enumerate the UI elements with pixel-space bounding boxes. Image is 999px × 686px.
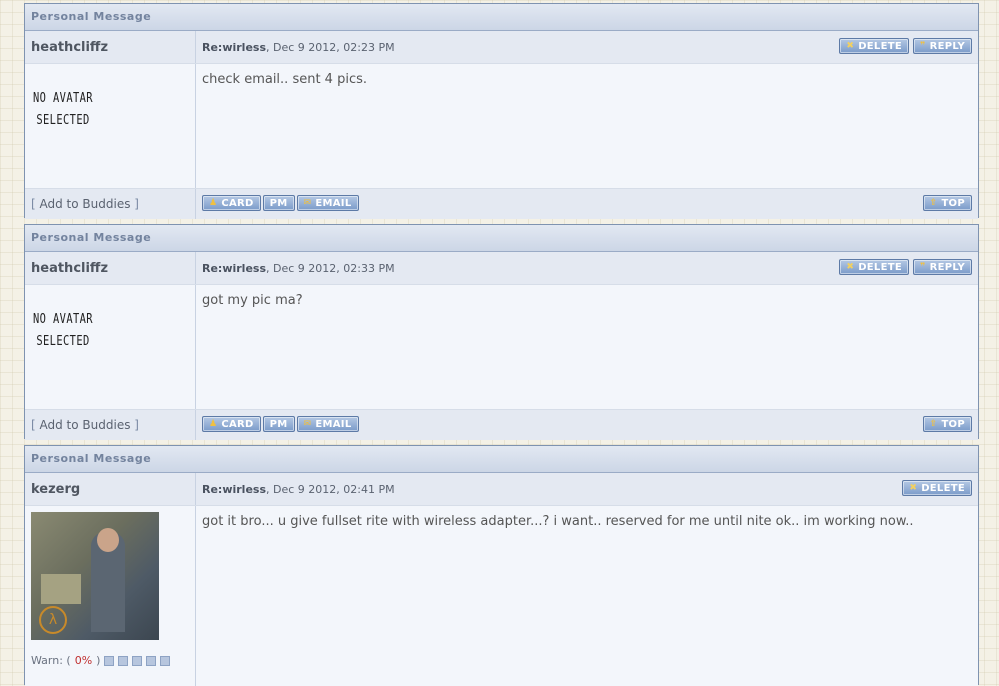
delete-button[interactable]: ✖ DELETE xyxy=(839,259,909,275)
message-3: Personal Message kezerg Re:wirless, Dec … xyxy=(24,445,979,686)
delete-button[interactable]: ✖ DELETE xyxy=(839,38,909,54)
post-date: , Dec 9 2012, 02:41 PM xyxy=(266,483,395,496)
warn-box xyxy=(146,655,157,666)
arrow-up-icon: ⇧ xyxy=(929,419,938,429)
pm-button[interactable]: PM xyxy=(262,195,295,211)
post-date: , Dec 9 2012, 02:33 PM xyxy=(266,262,395,275)
user-icon: ♟ xyxy=(209,419,218,429)
card-button[interactable]: ♟ CARD xyxy=(202,416,261,432)
post-body: check email.. sent 4 pics. xyxy=(202,72,368,87)
post-body: got it bro... u give fullset rite with w… xyxy=(202,514,914,529)
post-date: , Dec 9 2012, 02:23 PM xyxy=(266,41,395,54)
pm-button[interactable]: PM xyxy=(262,416,295,432)
lambda-icon: λ xyxy=(39,606,67,634)
close-icon: ✖ xyxy=(846,262,855,272)
envelope-icon: ✉ xyxy=(303,198,312,208)
quote-icon: ❞ xyxy=(919,41,926,51)
top-button[interactable]: ⇧ TOP xyxy=(922,416,972,432)
email-button[interactable]: ✉ EMAIL xyxy=(296,195,359,211)
message-1: Personal Message heathcliffz Re:wirless,… xyxy=(24,3,979,219)
close-icon: ✖ xyxy=(909,483,918,493)
warn-box xyxy=(118,655,129,666)
message-header: Personal Message xyxy=(25,446,978,473)
reply-button[interactable]: ❞ REPLY xyxy=(912,259,972,275)
username[interactable]: heathcliffz xyxy=(25,31,195,55)
warn-level: Warn: (0%) xyxy=(25,640,195,667)
user-avatar[interactable]: λ xyxy=(31,512,159,640)
message-header: Personal Message xyxy=(25,225,978,252)
no-avatar: NO AVATAR SELECTED xyxy=(33,312,93,349)
post-subject: Re:wirless xyxy=(202,483,267,496)
arrow-up-icon: ⇧ xyxy=(929,198,938,208)
message-header: Personal Message xyxy=(25,4,978,31)
user-icon: ♟ xyxy=(209,198,218,208)
delete-button[interactable]: ✖ DELETE xyxy=(902,480,972,496)
close-icon: ✖ xyxy=(846,41,855,51)
add-to-buddies-link[interactable]: Add to Buddies xyxy=(40,197,131,211)
warn-box xyxy=(160,655,171,666)
post-subject: Re:wirless xyxy=(202,262,267,275)
no-avatar: NO AVATAR SELECTED xyxy=(33,91,93,128)
post-body: got my pic ma? xyxy=(202,293,303,308)
warn-box xyxy=(104,655,115,666)
top-button[interactable]: ⇧ TOP xyxy=(922,195,972,211)
envelope-icon: ✉ xyxy=(303,419,312,429)
card-button[interactable]: ♟ CARD xyxy=(202,195,261,211)
reply-button[interactable]: ❞ REPLY xyxy=(912,38,972,54)
post-meta: Re:wirless, Dec 9 2012, 02:41 PM xyxy=(196,473,978,496)
username[interactable]: kezerg xyxy=(25,473,195,497)
quote-icon: ❞ xyxy=(919,262,926,272)
post-subject: Re:wirless xyxy=(202,41,267,54)
username[interactable]: heathcliffz xyxy=(25,252,195,276)
message-2: Personal Message heathcliffz Re:wirless,… xyxy=(24,224,979,440)
add-to-buddies-link[interactable]: Add to Buddies xyxy=(40,418,131,432)
email-button[interactable]: ✉ EMAIL xyxy=(296,416,359,432)
warn-box xyxy=(132,655,143,666)
